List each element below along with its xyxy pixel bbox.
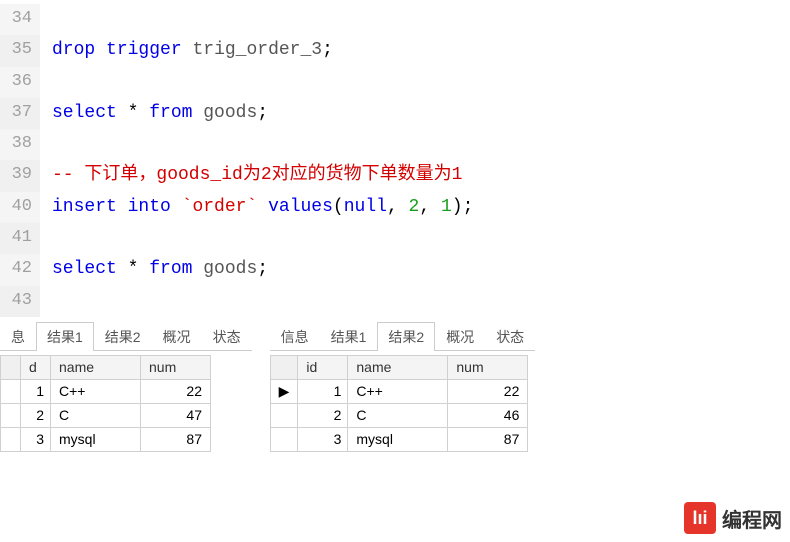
code-line[interactable]: 39-- 下订单，goods_id为2对应的货物下单数量为1 (0, 160, 790, 192)
line-number: 38 (0, 129, 40, 160)
column-header[interactable] (270, 355, 298, 379)
line-number: 43 (0, 286, 40, 317)
cell-id[interactable]: 1 (21, 379, 51, 403)
line-number: 40 (0, 192, 40, 224)
line-number: 37 (0, 98, 40, 130)
table-row[interactable]: 2C46 (270, 403, 528, 427)
code-content[interactable]: insert into `order` values(null, 2, 1); (40, 192, 473, 224)
table-row[interactable]: 1C++22 (1, 379, 211, 403)
code-content[interactable] (40, 67, 52, 98)
tab-息[interactable]: 息 (0, 322, 36, 351)
tab-概况[interactable]: 概况 (152, 322, 202, 351)
table-row[interactable]: 3mysql87 (1, 427, 211, 451)
cell-id[interactable]: 3 (21, 427, 51, 451)
cell-name[interactable]: C (51, 403, 141, 427)
tab-结果2[interactable]: 结果2 (94, 322, 152, 351)
table-row[interactable]: ▶1C++22 (270, 379, 528, 403)
cell-num[interactable]: 87 (448, 427, 528, 451)
column-header[interactable]: d (21, 355, 51, 379)
tabs-right: 信息结果1结果2概况状态 (270, 325, 536, 351)
cell-num[interactable]: 87 (141, 427, 211, 451)
column-header[interactable]: name (348, 355, 448, 379)
cell-id[interactable]: 2 (21, 403, 51, 427)
code-content[interactable]: -- 下订单，goods_id为2对应的货物下单数量为1 (40, 160, 462, 192)
row-marker-icon (1, 379, 21, 403)
cell-id[interactable]: 2 (298, 403, 348, 427)
tab-结果2[interactable]: 结果2 (377, 322, 435, 351)
line-number: 41 (0, 223, 40, 254)
line-number: 42 (0, 254, 40, 286)
watermark-text: 编程网 (722, 504, 782, 533)
row-marker-icon (1, 427, 21, 451)
code-content[interactable]: select * from goods; (40, 98, 268, 130)
result-panel-left: 息结果1结果2概况状态 dnamenum1C++222C473mysql87 (0, 325, 252, 452)
column-header[interactable]: num (141, 355, 211, 379)
cell-num[interactable]: 47 (141, 403, 211, 427)
code-content[interactable] (40, 4, 52, 35)
code-line[interactable]: 35drop trigger trig_order_3; (0, 35, 790, 67)
code-content[interactable]: drop trigger trig_order_3; (40, 35, 333, 67)
tab-结果1[interactable]: 结果1 (320, 322, 378, 351)
table-header: dnamenum (1, 355, 211, 379)
tab-信息[interactable]: 信息 (270, 322, 320, 351)
result-grid-1[interactable]: dnamenum1C++222C473mysql87 (0, 355, 211, 452)
tab-结果1[interactable]: 结果1 (36, 322, 94, 351)
line-number: 34 (0, 4, 40, 35)
code-line[interactable]: 38 (0, 129, 790, 160)
code-line[interactable]: 41 (0, 223, 790, 254)
code-line[interactable]: 42select * from goods; (0, 254, 790, 286)
column-header[interactable]: name (51, 355, 141, 379)
row-marker-icon (270, 427, 298, 451)
column-header[interactable] (1, 355, 21, 379)
cell-name[interactable]: C++ (51, 379, 141, 403)
code-line[interactable]: 37select * from goods; (0, 98, 790, 130)
tab-概况[interactable]: 概况 (435, 322, 485, 351)
table-header: idnamenum (270, 355, 528, 379)
code-line[interactable]: 43 (0, 286, 790, 317)
column-header[interactable]: num (448, 355, 528, 379)
code-content[interactable] (40, 129, 52, 160)
cell-name[interactable]: C (348, 403, 448, 427)
cell-id[interactable]: 3 (298, 427, 348, 451)
tabs-left: 息结果1结果2概况状态 (0, 325, 252, 351)
result-grid-2[interactable]: idnamenum▶1C++222C463mysql87 (270, 355, 529, 452)
cell-name[interactable]: C++ (348, 379, 448, 403)
result-panels: 息结果1结果2概况状态 dnamenum1C++222C473mysql87 信… (0, 325, 790, 452)
watermark: lıi 编程网 (684, 502, 782, 534)
row-marker-icon: ▶ (270, 379, 298, 403)
cell-name[interactable]: mysql (348, 427, 448, 451)
column-header[interactable]: id (298, 355, 348, 379)
row-marker-icon (1, 403, 21, 427)
cell-num[interactable]: 22 (448, 379, 528, 403)
cell-num[interactable]: 46 (448, 403, 528, 427)
result-panel-right: 信息结果1结果2概况状态 idnamenum▶1C++222C463mysql8… (270, 325, 536, 452)
watermark-logo-icon: lıi (684, 502, 716, 534)
sql-editor[interactable]: 3435drop trigger trig_order_3;3637select… (0, 0, 790, 317)
row-marker-icon (270, 403, 298, 427)
code-content[interactable]: select * from goods; (40, 254, 268, 286)
code-line[interactable]: 40insert into `order` values(null, 2, 1)… (0, 192, 790, 224)
tab-状态[interactable]: 状态 (485, 322, 535, 351)
code-line[interactable]: 36 (0, 67, 790, 98)
cell-name[interactable]: mysql (51, 427, 141, 451)
line-number: 35 (0, 35, 40, 67)
line-number: 39 (0, 160, 40, 192)
code-content[interactable] (40, 286, 52, 317)
code-content[interactable] (40, 223, 52, 254)
code-line[interactable]: 34 (0, 4, 790, 35)
tab-状态[interactable]: 状态 (202, 322, 252, 351)
line-number: 36 (0, 67, 40, 98)
cell-id[interactable]: 1 (298, 379, 348, 403)
cell-num[interactable]: 22 (141, 379, 211, 403)
table-row[interactable]: 2C47 (1, 403, 211, 427)
table-row[interactable]: 3mysql87 (270, 427, 528, 451)
